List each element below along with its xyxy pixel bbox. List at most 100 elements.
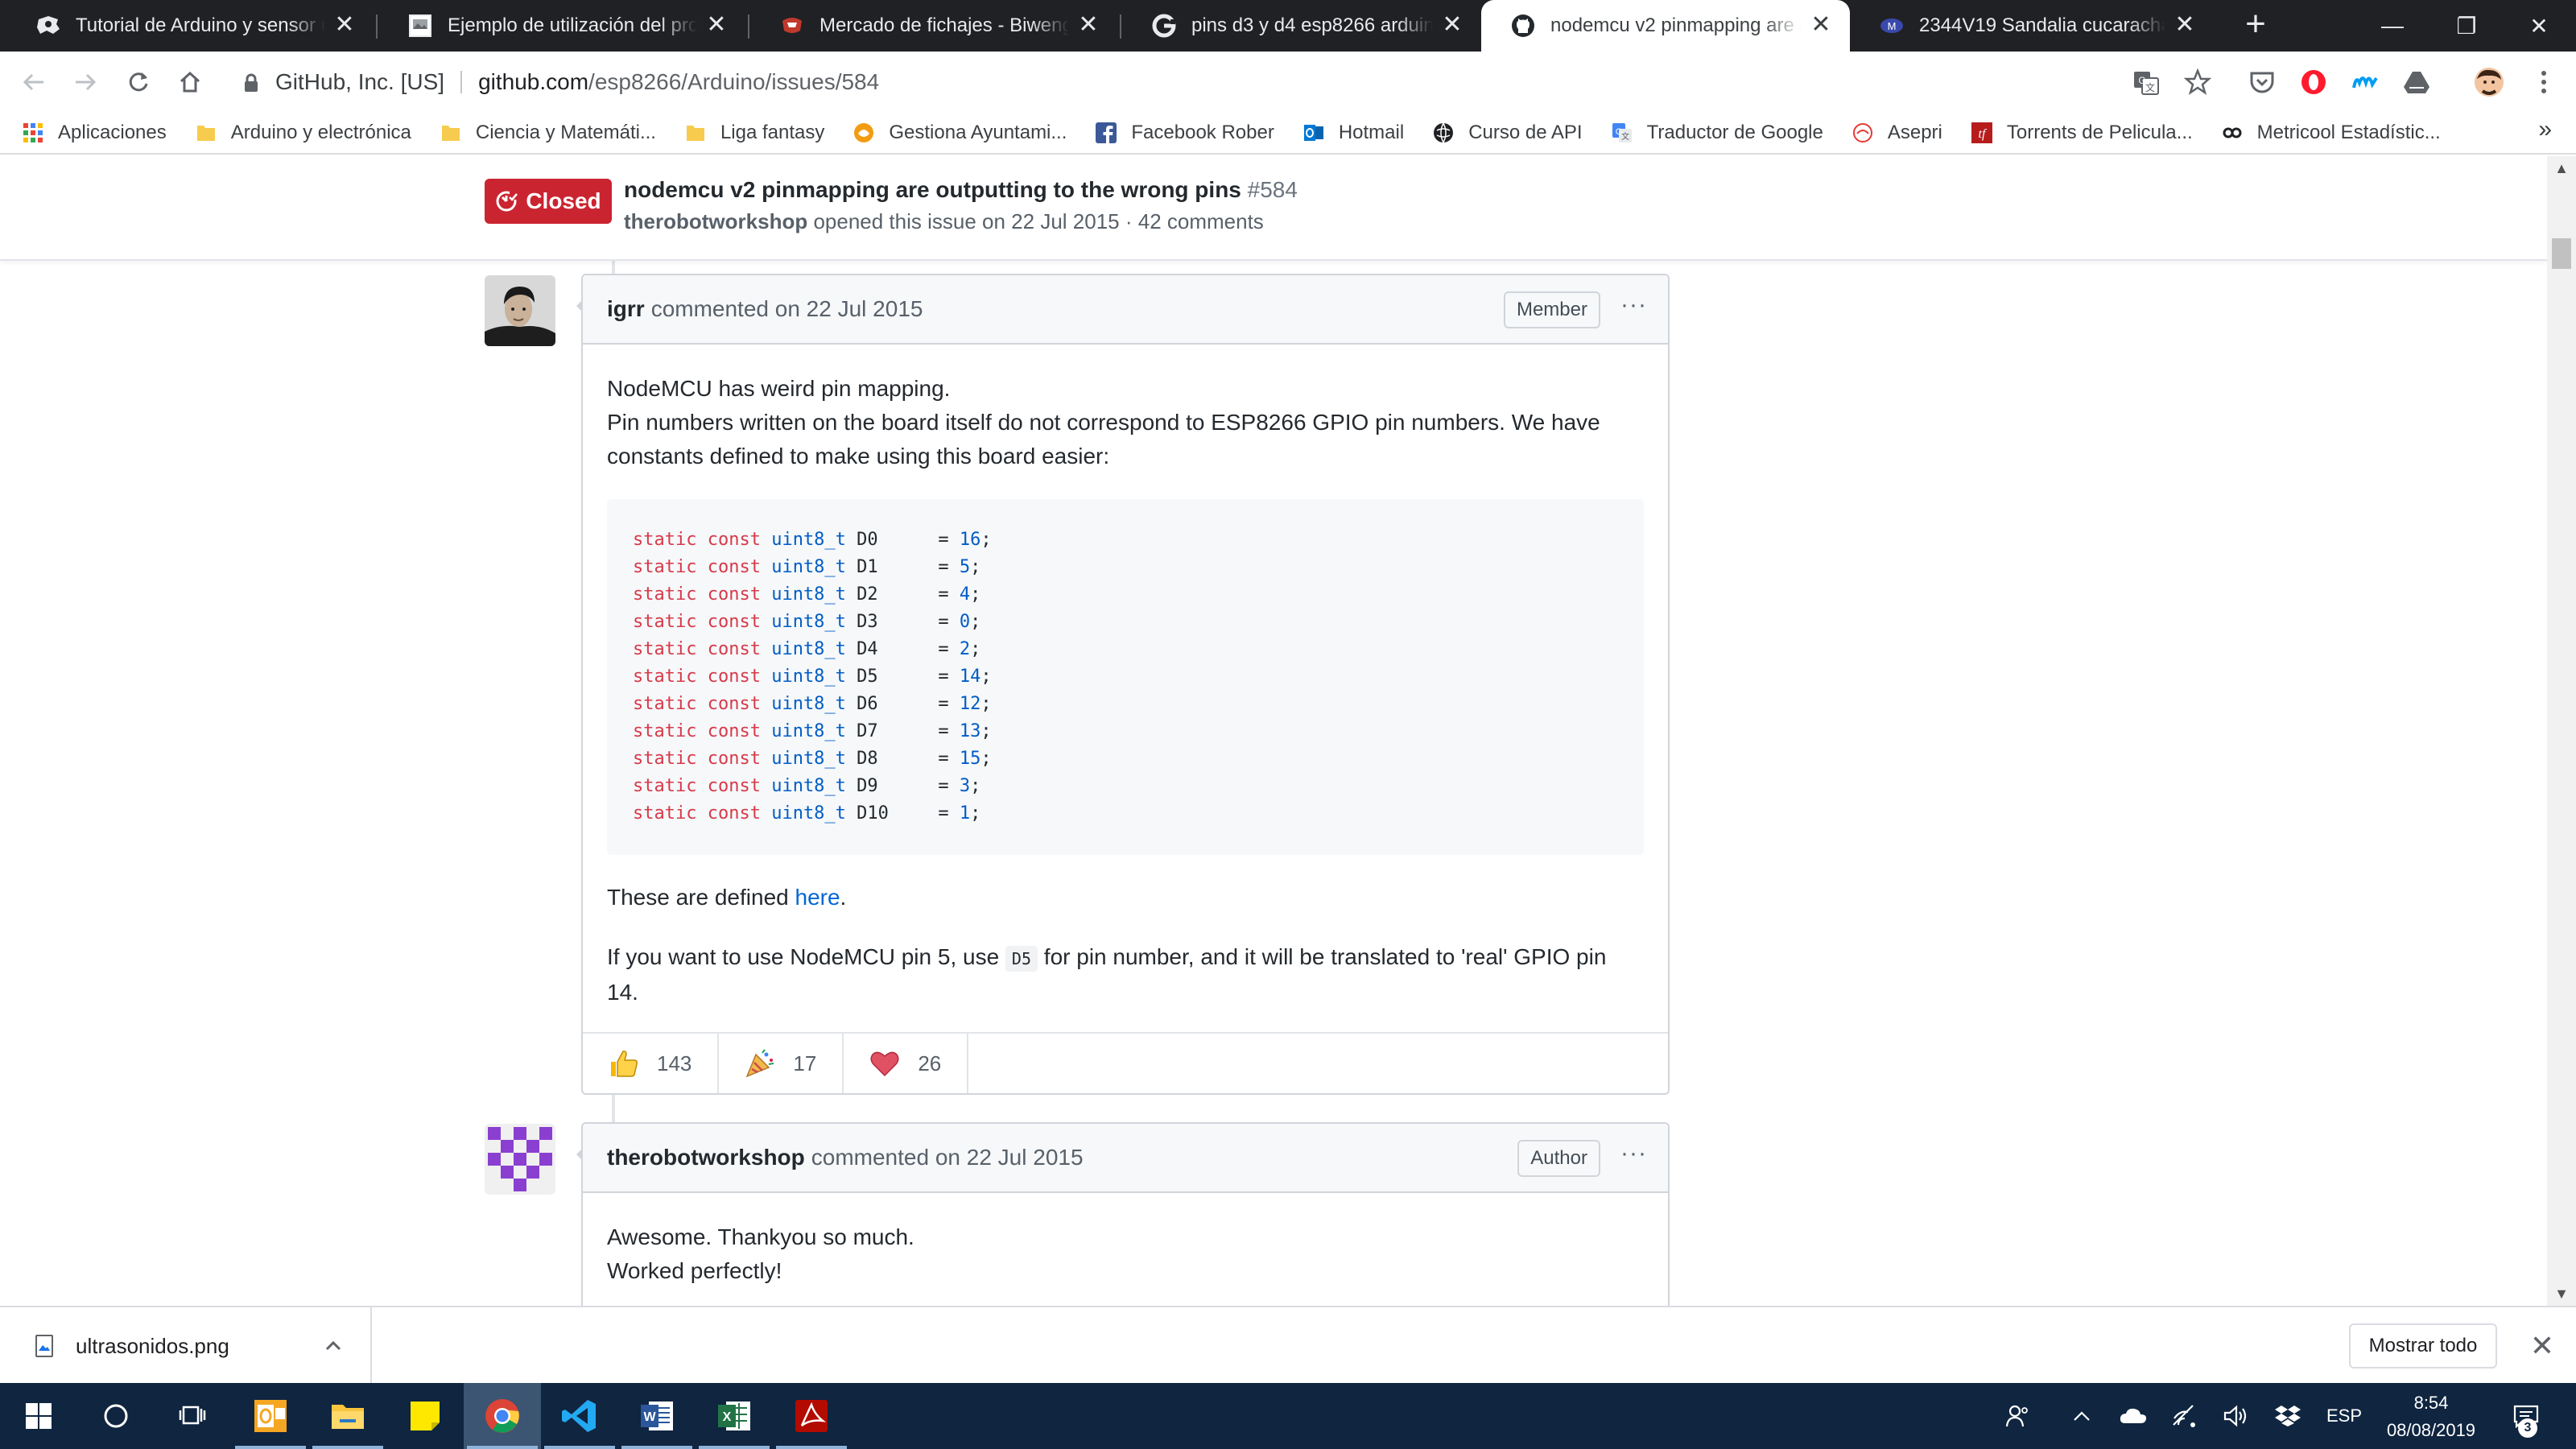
close-tab-icon[interactable]: ✕: [1439, 13, 1465, 39]
close-tab-icon[interactable]: ✕: [704, 13, 729, 39]
comment-text: NodeMCU has weird pin mapping.: [607, 376, 951, 401]
opera-extension-button[interactable]: [2294, 63, 2333, 101]
taskbar-outlook[interactable]: [232, 1383, 309, 1449]
bookmark-folder-liga[interactable]: Liga fantasy: [685, 122, 824, 144]
cortana-button[interactable]: [77, 1383, 155, 1449]
comment-options-button[interactable]: ···: [1620, 291, 1647, 319]
issue-meta: therobotworkshop opened this issue on 22…: [624, 209, 1264, 234]
bookmark-folder-ciencia[interactable]: Ciencia y Matemáti...: [440, 122, 656, 144]
bookmark-hotmail[interactable]: Hotmail: [1303, 122, 1404, 144]
bookmark-curso-api[interactable]: Curso de API: [1433, 122, 1583, 144]
home-button[interactable]: [171, 63, 209, 101]
tray-action-center[interactable]: [2502, 1383, 2550, 1449]
bookmark-torrents[interactable]: tf Torrents de Pelicula...: [1971, 122, 2193, 144]
tray-wifi[interactable]: [2164, 1383, 2206, 1449]
image-doc-icon: [407, 13, 433, 39]
tab-6[interactable]: M 2344V19 Sandalia cucaracha - Maxi ✕: [1850, 0, 2214, 52]
opener-link[interactable]: therobotworkshop: [624, 209, 807, 233]
comment-paragraph: These are defined here.: [607, 881, 1644, 914]
avatar-igrr[interactable]: [485, 275, 555, 346]
bookmark-facebook[interactable]: Facebook Rober: [1096, 122, 1274, 144]
comment-timestamp[interactable]: commented on 22 Jul 2015: [811, 1145, 1084, 1170]
tray-onedrive[interactable]: [2112, 1383, 2154, 1449]
avatar-therobotworkshop[interactable]: [485, 1124, 555, 1195]
close-download-bar-icon[interactable]: ✕: [2524, 1328, 2560, 1364]
taskbar-vscode[interactable]: [541, 1383, 618, 1449]
url-text[interactable]: github.com/esp8266/Arduino/issues/584: [478, 69, 879, 95]
show-all-button[interactable]: Mostrar todo: [2349, 1323, 2497, 1368]
download-item[interactable]: ultrasonidos.png: [0, 1307, 372, 1385]
acrobat-icon: [795, 1400, 828, 1432]
comment-timestamp[interactable]: commented on 22 Jul 2015: [651, 296, 923, 322]
bookmark-translator[interactable]: G文 Traductor de Google: [1612, 122, 1823, 144]
close-tab-icon[interactable]: ✕: [332, 13, 357, 39]
scrollbar-thumb[interactable]: [2552, 238, 2571, 269]
taskbar-file-explorer[interactable]: [309, 1383, 386, 1449]
bookmark-label: Facebook Rober: [1131, 122, 1274, 143]
tab-1[interactable]: Tutorial de Arduino y sensor ultrasónico…: [6, 0, 374, 52]
taskbar-chrome[interactable]: [464, 1383, 541, 1449]
tray-dropbox[interactable]: [2267, 1383, 2309, 1449]
bookmark-star-button[interactable]: [2178, 63, 2217, 101]
restore-button[interactable]: ❐: [2429, 0, 2504, 52]
tray-language[interactable]: ESP: [2318, 1383, 2370, 1449]
start-button[interactable]: [0, 1383, 77, 1449]
reaction-thumbs-up[interactable]: 143: [583, 1034, 720, 1093]
tab-4[interactable]: pins d3 y d4 esp8266 arduino - Buscar co…: [1122, 0, 1481, 52]
comment-author-link[interactable]: igrr: [607, 296, 645, 322]
taskbar-acrobat[interactable]: [773, 1383, 850, 1449]
tray-people-button[interactable]: [1996, 1383, 2038, 1449]
page-scrollbar[interactable]: ▲ ▼: [2547, 156, 2576, 1306]
scroll-up-icon[interactable]: ▲: [2547, 156, 2576, 180]
scroll-down-icon[interactable]: ▼: [2547, 1282, 2576, 1306]
taskbar-sticky-notes[interactable]: [386, 1383, 464, 1449]
new-tab-button[interactable]: +: [2238, 6, 2273, 43]
tab-3[interactable]: Mercado de fichajes - Biwenger ✕: [750, 0, 1117, 52]
bookmark-gestiona[interactable]: Gestiona Ayuntami...: [853, 122, 1067, 144]
translate-button[interactable]: G文: [2127, 63, 2165, 101]
tray-volume[interactable]: [2215, 1383, 2257, 1449]
chevron-up-icon[interactable]: [320, 1333, 346, 1359]
bookmarks-overflow-button[interactable]: »: [2538, 116, 2552, 143]
tab-2[interactable]: Ejemplo de utilización del protocolo ✕: [378, 0, 745, 52]
pocket-button[interactable]: [2243, 63, 2281, 101]
here-link[interactable]: here: [795, 885, 840, 910]
file-explorer-icon: [332, 1405, 364, 1429]
taskbar-excel[interactable]: X: [696, 1383, 773, 1449]
movistar-extension-button[interactable]: [2346, 63, 2384, 101]
reaction-tada[interactable]: 17: [719, 1034, 844, 1093]
status-label: Closed: [526, 188, 601, 213]
sticky-issue-header: Closed nodemcu v2 pinmapping are outputt…: [0, 156, 2547, 261]
chrome-menu-button[interactable]: [2524, 63, 2563, 101]
tab-5-active[interactable]: nodemcu v2 pinmapping are outputting ✕: [1481, 0, 1850, 52]
bookmark-asepri[interactable]: Asepri: [1852, 122, 1942, 144]
drive-extension-button[interactable]: [2397, 63, 2436, 101]
minimize-button[interactable]: —: [2355, 0, 2429, 52]
profile-avatar-button[interactable]: [2470, 63, 2508, 101]
url-host: github.com: [478, 69, 589, 94]
close-tab-icon[interactable]: ✕: [2172, 13, 2198, 39]
close-tab-icon[interactable]: ✕: [1808, 13, 1834, 39]
back-button[interactable]: [14, 63, 53, 101]
taskbar-word[interactable]: W: [618, 1383, 696, 1449]
tray-overflow-button[interactable]: [2061, 1383, 2103, 1449]
comment-paragraph: If you want to use NodeMCU pin 5, use D5…: [607, 940, 1644, 1009]
forward-button[interactable]: [66, 63, 105, 101]
bookmark-metricool[interactable]: Metricool Estadístic...: [2222, 122, 2441, 144]
code-line: static const uint8_t D6 = 12;: [633, 691, 1618, 718]
bookmark-apps[interactable]: Aplicaciones: [23, 122, 167, 144]
task-view-button[interactable]: [155, 1383, 232, 1449]
code-identifier: D1: [857, 557, 878, 577]
taskbar-clock[interactable]: 8:54 08/08/2019: [2383, 1389, 2479, 1444]
code-number: 15: [959, 749, 981, 769]
reaction-heart[interactable]: 26: [844, 1034, 969, 1093]
close-window-button[interactable]: ✕: [2502, 0, 2576, 52]
reload-button[interactable]: [119, 63, 158, 101]
comment-author-link[interactable]: therobotworkshop: [607, 1145, 805, 1170]
address-bar[interactable]: GitHub, Inc. [US] github.com/esp8266/Ard…: [225, 60, 2174, 105]
comment-header: therobotworkshop commented on 22 Jul 201…: [583, 1124, 1668, 1193]
comment-options-button[interactable]: ···: [1620, 1140, 1647, 1167]
bookmark-folder-arduino[interactable]: Arduino y electrónica: [196, 122, 411, 144]
back-arrow-icon: [23, 73, 43, 91]
close-tab-icon[interactable]: ✕: [1075, 13, 1101, 39]
